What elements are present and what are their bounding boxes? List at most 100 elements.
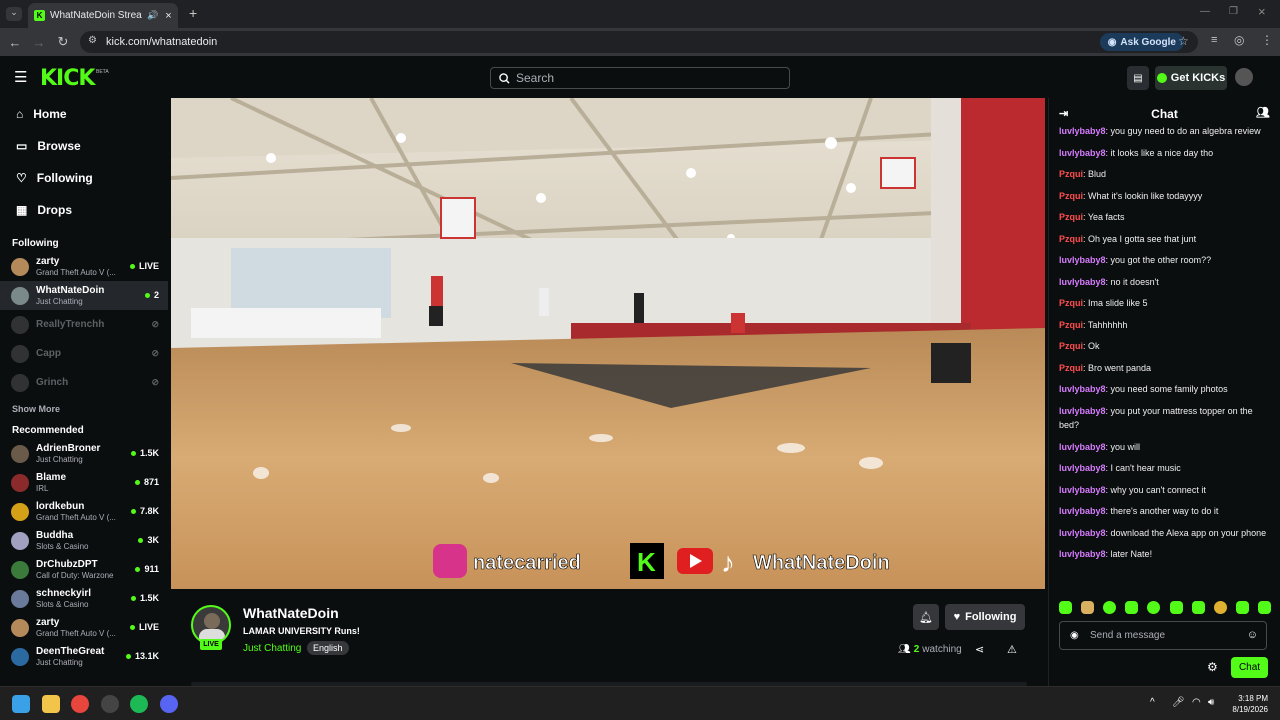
- channel-item[interactable]: DrChubzDPT Call of Duty: Warzone 911: [0, 555, 168, 584]
- bookmark-star-icon[interactable]: ☆: [1178, 34, 1189, 48]
- emote-icon[interactable]: [1169, 601, 1183, 614]
- browser-tab[interactable]: K WhatNateDoin Stream - W 🔊 ×: [28, 3, 178, 28]
- channel-item[interactable]: schneckyirl Slots & Casino 1.5K: [0, 584, 168, 613]
- stream-category[interactable]: Just Chatting: [243, 643, 301, 654]
- channel-item[interactable]: WhatNateDoin Just Chatting 2: [0, 281, 168, 310]
- chat-username[interactable]: luvlybaby8: [1059, 277, 1106, 287]
- channel-item[interactable]: AdrienBroner Just Chatting 1.5K: [0, 439, 168, 468]
- restore-icon[interactable]: ❐: [1229, 6, 1238, 17]
- channel-item[interactable]: zarty Grand Theft Auto V (... LIVE: [0, 613, 168, 642]
- chat-username[interactable]: luvlybaby8: [1059, 255, 1106, 265]
- channel-item[interactable]: DeenTheGreat Just Chatting 13.1K: [0, 642, 168, 671]
- chat-username[interactable]: luvlybaby8: [1059, 384, 1106, 394]
- file-explorer-icon[interactable]: [42, 695, 60, 713]
- collapse-chat-icon[interactable]: ⇥: [1059, 107, 1068, 120]
- chat-input[interactable]: ◉ Send a message ☺: [1059, 621, 1267, 650]
- channel-item[interactable]: Buddha Slots & Casino 3K: [0, 526, 168, 555]
- emoji-picker-icon[interactable]: ☺: [1247, 629, 1258, 641]
- discord-icon[interactable]: [160, 695, 178, 713]
- chat-username[interactable]: luvlybaby8: [1059, 485, 1106, 495]
- chat-username[interactable]: luvlybaby8: [1059, 442, 1106, 452]
- emote-icon[interactable]: [1257, 601, 1271, 614]
- ask-google-button[interactable]: ◉ Ask Google: [1099, 33, 1184, 51]
- url-field[interactable]: ⚙ kick.com/whatnatedoin: [80, 31, 1198, 53]
- windows-start-icon[interactable]: [12, 695, 30, 713]
- chat-username[interactable]: luvlybaby8: [1059, 549, 1106, 559]
- chat-username[interactable]: Pzqui: [1059, 320, 1083, 330]
- chat-username[interactable]: luvlybaby8: [1059, 463, 1106, 473]
- tray-chevron-icon[interactable]: ^: [1150, 697, 1155, 708]
- speaker-icon[interactable]: 🔊: [147, 10, 158, 21]
- forward-icon[interactable]: →: [27, 30, 51, 54]
- emote-icon[interactable]: [1147, 601, 1161, 614]
- site-info-icon[interactable]: ⚙: [88, 35, 97, 46]
- channel-item[interactable]: Blame IRL 871: [0, 468, 168, 497]
- reading-list-icon[interactable]: ≡: [1211, 34, 1217, 46]
- chat-users-icon[interactable]: 👥︎: [1256, 106, 1270, 119]
- nav-home[interactable]: ⌂ Home: [0, 98, 168, 130]
- get-kicks-button[interactable]: Get KICKs: [1155, 66, 1227, 90]
- emote-icon[interactable]: [1235, 601, 1249, 614]
- chrome-icon[interactable]: [71, 695, 89, 713]
- chat-message: Pzqui: Tahhhhhh: [1059, 318, 1269, 333]
- language-tag[interactable]: English: [307, 641, 349, 655]
- chat-badge-icon[interactable]: ◉: [1070, 630, 1079, 641]
- chat-username[interactable]: Pzqui: [1059, 234, 1083, 244]
- system-clock[interactable]: 3:18 PM 8/19/2026: [1232, 693, 1268, 715]
- channel-item[interactable]: Capp ⊘: [0, 339, 168, 368]
- channel-item[interactable]: lordkebun Grand Theft Auto V (... 7.8K: [0, 497, 168, 526]
- volume-icon[interactable]: 🔊︎: [1208, 697, 1214, 708]
- chat-username[interactable]: luvlybaby8: [1059, 148, 1106, 158]
- profile-icon[interactable]: ◎: [1234, 33, 1244, 47]
- wifi-icon[interactable]: ◠: [1192, 697, 1201, 708]
- chat-username[interactable]: Pzqui: [1059, 191, 1083, 201]
- theater-mode-icon[interactable]: ▤: [1127, 66, 1149, 90]
- share-icon[interactable]: ⋖: [975, 643, 984, 656]
- following-button[interactable]: ♥ Following: [945, 604, 1025, 630]
- chat-username[interactable]: Pzqui: [1059, 363, 1083, 373]
- hamburger-menu-icon[interactable]: ☰: [14, 68, 27, 86]
- minimize-icon[interactable]: —: [1200, 6, 1210, 17]
- browser-menu-icon[interactable]: ⋮: [1261, 33, 1273, 47]
- show-more-button[interactable]: Show More: [0, 397, 168, 421]
- emote-icon[interactable]: [1213, 601, 1227, 614]
- reload-icon[interactable]: ↻: [51, 30, 75, 54]
- close-tab-icon[interactable]: ×: [165, 10, 171, 22]
- nav-following[interactable]: ♡ Following: [0, 162, 168, 194]
- channel-item[interactable]: ReallyTrenchh ⊘: [0, 310, 168, 339]
- chat-username[interactable]: luvlybaby8: [1059, 528, 1106, 538]
- emote-icon[interactable]: [1191, 601, 1205, 614]
- user-avatar[interactable]: [1235, 68, 1253, 86]
- search-input[interactable]: Search: [490, 67, 790, 89]
- chat-settings-icon[interactable]: ⚙: [1207, 660, 1218, 674]
- emote-icon[interactable]: [1081, 601, 1095, 614]
- channel-name: AdrienBroner: [36, 442, 101, 454]
- chat-username[interactable]: Pzqui: [1059, 169, 1083, 179]
- emote-icon[interactable]: [1103, 601, 1117, 614]
- notification-bell-button[interactable]: 🔔︎: [913, 604, 939, 630]
- chat-username[interactable]: Pzqui: [1059, 298, 1083, 308]
- back-icon[interactable]: ←: [3, 30, 27, 54]
- chat-username[interactable]: Pzqui: [1059, 341, 1083, 351]
- microphone-icon[interactable]: 🎤︎: [1172, 697, 1185, 708]
- report-icon[interactable]: ⚠: [1007, 643, 1017, 656]
- chat-username[interactable]: luvlybaby8: [1059, 126, 1106, 136]
- video-player[interactable]: natecarried K ♪ WhatNateDoin: [171, 98, 1045, 589]
- new-tab-icon[interactable]: +: [189, 5, 197, 21]
- chat-username[interactable]: Pzqui: [1059, 212, 1083, 222]
- spotify-icon[interactable]: [130, 695, 148, 713]
- emote-icon[interactable]: [1125, 601, 1139, 614]
- chat-username[interactable]: luvlybaby8: [1059, 406, 1106, 416]
- chat-send-button[interactable]: Chat: [1231, 657, 1268, 678]
- channel-item[interactable]: zarty Grand Theft Auto V (... LIVE: [0, 252, 168, 281]
- channel-item[interactable]: Grinch ⊘: [0, 368, 168, 397]
- chat-username[interactable]: luvlybaby8: [1059, 506, 1106, 516]
- close-window-icon[interactable]: ×: [1258, 4, 1266, 19]
- nav-drops[interactable]: ▦ Drops: [0, 194, 168, 226]
- app-icon[interactable]: [101, 695, 119, 713]
- nav-browse[interactable]: ▭ Browse: [0, 130, 168, 162]
- kick-logo[interactable]: KICK: [40, 66, 95, 91]
- channel-name[interactable]: WhatNateDoin: [243, 605, 339, 621]
- emote-icon[interactable]: [1059, 601, 1072, 614]
- tab-list-icon[interactable]: ⌄: [6, 7, 22, 21]
